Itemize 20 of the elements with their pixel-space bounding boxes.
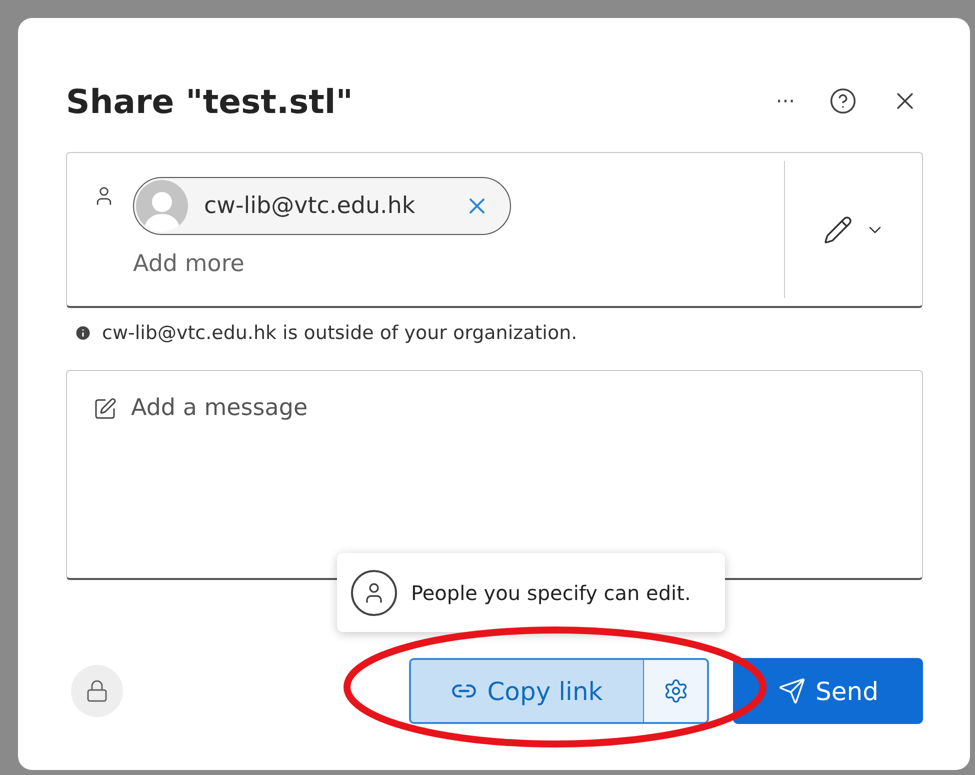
dialog-title: Share "test.stl" xyxy=(66,82,354,120)
compose-icon xyxy=(93,397,117,421)
send-icon xyxy=(778,677,806,705)
recipients-field[interactable]: cw-lib@vtc.edu.hk Add more xyxy=(66,152,923,308)
copy-link-button[interactable]: Copy link xyxy=(411,660,643,722)
recipient-chip[interactable]: cw-lib@vtc.edu.hk xyxy=(133,177,511,235)
pencil-icon xyxy=(822,214,852,244)
help-icon xyxy=(829,87,857,115)
person-edit-icon xyxy=(351,570,397,616)
link-settings-button[interactable] xyxy=(643,660,707,722)
tooltip-text: People you specify can edit. xyxy=(411,580,691,604)
lock-icon xyxy=(85,679,109,703)
avatar-icon xyxy=(136,180,188,232)
info-icon xyxy=(74,324,92,342)
send-button[interactable]: Send xyxy=(733,658,923,724)
outside-org-notice: cw-lib@vtc.edu.hk is outside of your organization. xyxy=(102,322,578,344)
gear-icon xyxy=(662,678,688,704)
recipient-email: cw-lib@vtc.edu.hk xyxy=(204,193,416,219)
lock-button[interactable] xyxy=(71,665,123,717)
more-button[interactable]: ··· xyxy=(772,85,799,117)
